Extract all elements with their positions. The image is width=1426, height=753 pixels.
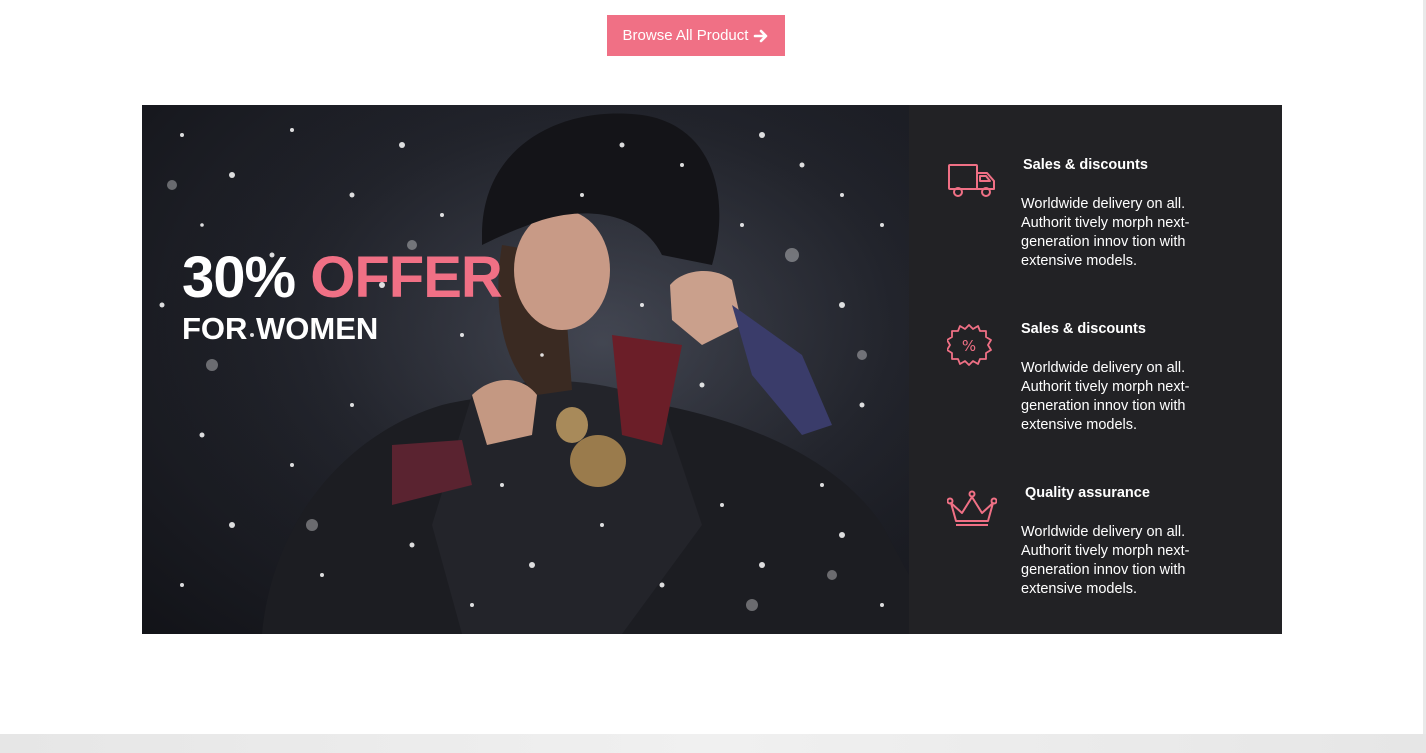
feature-item: Sales & discounts Worldwide delivery on … (909, 157, 1282, 307)
offer-headline: 30% OFFER (182, 245, 503, 311)
browse-all-product-button[interactable]: Browse All Product (607, 15, 785, 56)
offer-subtitle: FOR WOMEN (182, 311, 379, 346)
features-panel: Sales & discounts Worldwide delivery on … (909, 105, 1282, 634)
feature-text: Worldwide delivery on all. Authorit tive… (1021, 524, 1190, 597)
svg-text:%: % (962, 337, 976, 355)
promo-image: 30% OFFER FOR WOMEN (142, 105, 909, 634)
feature-text: Worldwide delivery on all. Authorit tive… (1021, 196, 1190, 269)
truck-icon (948, 164, 995, 197)
browse-all-product-label: Browse All Product (622, 27, 749, 44)
offer-percent: 30% (182, 245, 296, 310)
footer-band (0, 734, 1426, 753)
percent-badge-icon: % (947, 324, 992, 366)
offer-word: OFFER (310, 245, 503, 310)
crown-icon (947, 490, 997, 526)
feature-title: Quality assurance (1025, 485, 1150, 501)
feature-title: Sales & discounts (1021, 321, 1146, 337)
woman-in-snow-image (142, 105, 909, 634)
promo-banner: 30% OFFER FOR WOMEN Sales & discounts Wo… (142, 105, 1282, 634)
feature-item: Quality assurance Worldwide delivery on … (909, 485, 1282, 635)
page: Browse All Product 30% OFFER FOR WOMEN S… (0, 0, 1426, 753)
arrow-right-icon (754, 29, 768, 42)
feature-item: % Sales & discounts Worldwide delivery o… (909, 321, 1282, 471)
feature-title: Sales & discounts (1023, 157, 1148, 173)
feature-text: Worldwide delivery on all. Authorit tive… (1021, 360, 1190, 433)
